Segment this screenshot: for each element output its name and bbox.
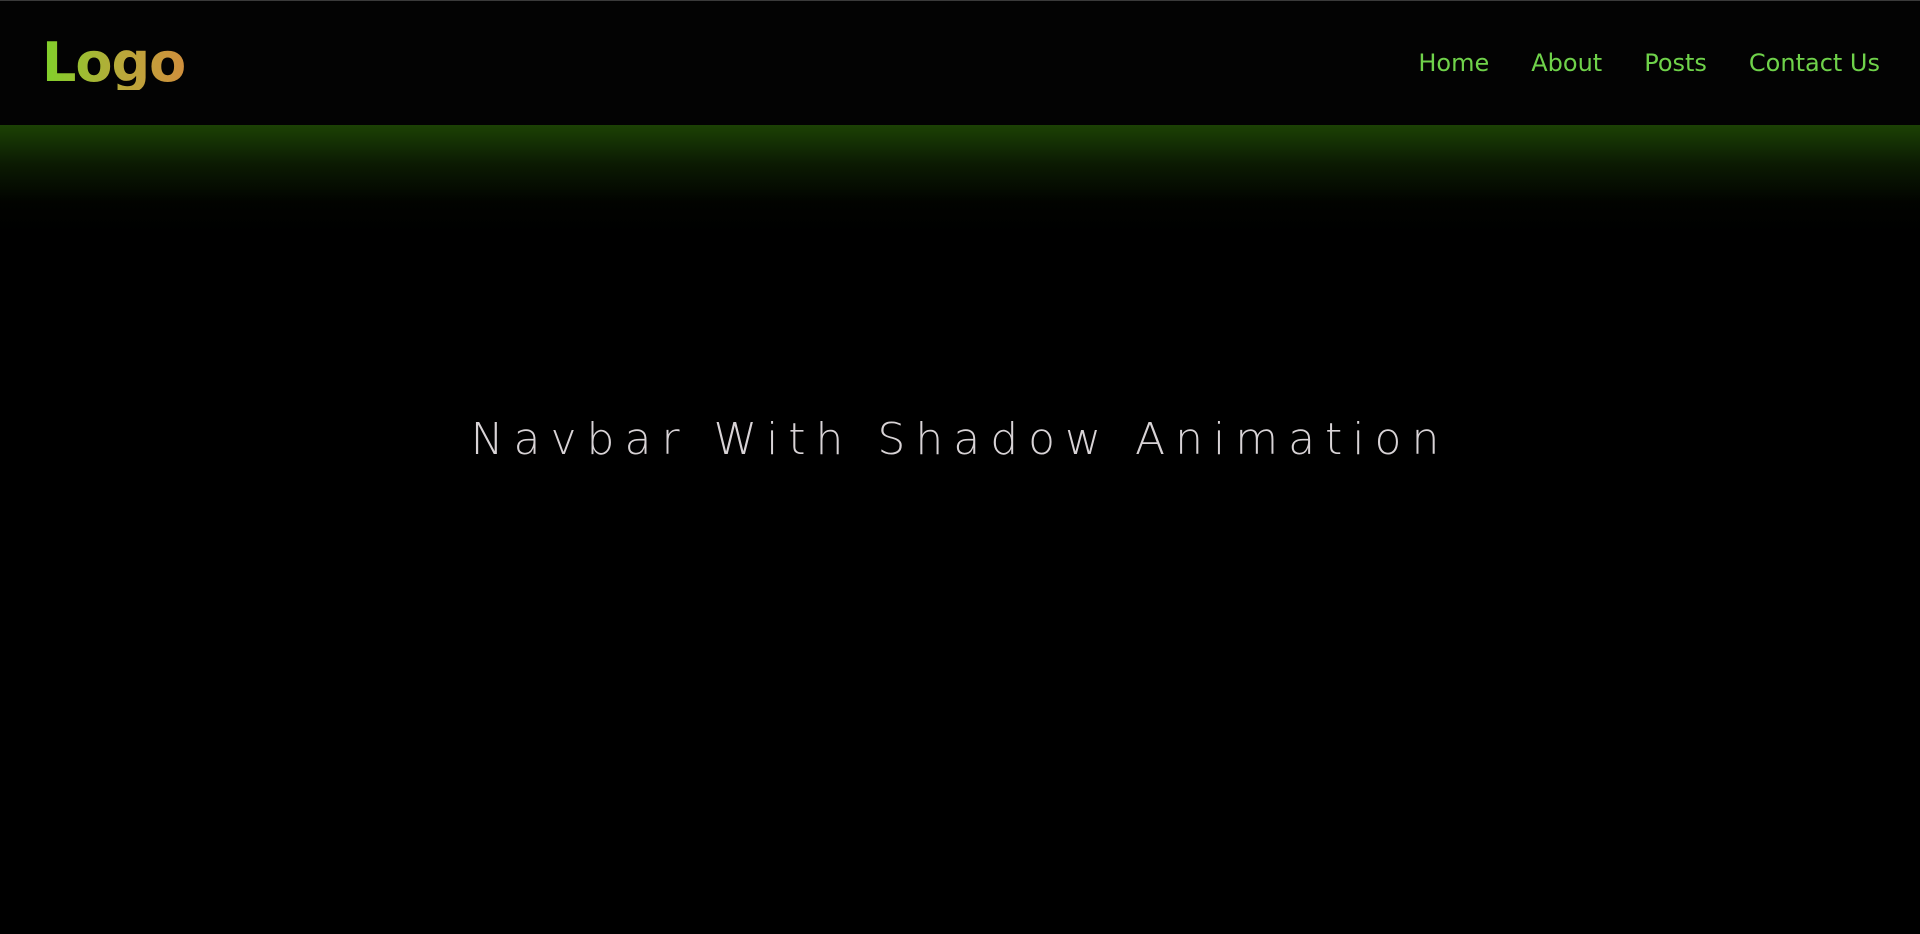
nav-item-posts: Posts: [1644, 49, 1707, 77]
nav-links-list: Home About Posts Contact Us: [1418, 49, 1880, 77]
page-title: Navbar With Shadow Animation: [470, 414, 1450, 465]
nav-link-contact-us[interactable]: Contact Us: [1749, 49, 1880, 77]
nav-item-contact-us: Contact Us: [1749, 49, 1880, 77]
nav-item-home: Home: [1418, 49, 1489, 77]
nav-link-about[interactable]: About: [1531, 49, 1602, 77]
logo[interactable]: Logo: [42, 36, 186, 90]
nav-link-home[interactable]: Home: [1418, 49, 1489, 77]
nav-link-posts[interactable]: Posts: [1644, 49, 1707, 77]
navbar-shadow-glow: [0, 125, 1920, 235]
navbar: Logo Home About Posts Contact Us: [0, 1, 1920, 125]
nav-item-about: About: [1531, 49, 1602, 77]
nav-menu: Home About Posts Contact Us: [1418, 49, 1880, 77]
